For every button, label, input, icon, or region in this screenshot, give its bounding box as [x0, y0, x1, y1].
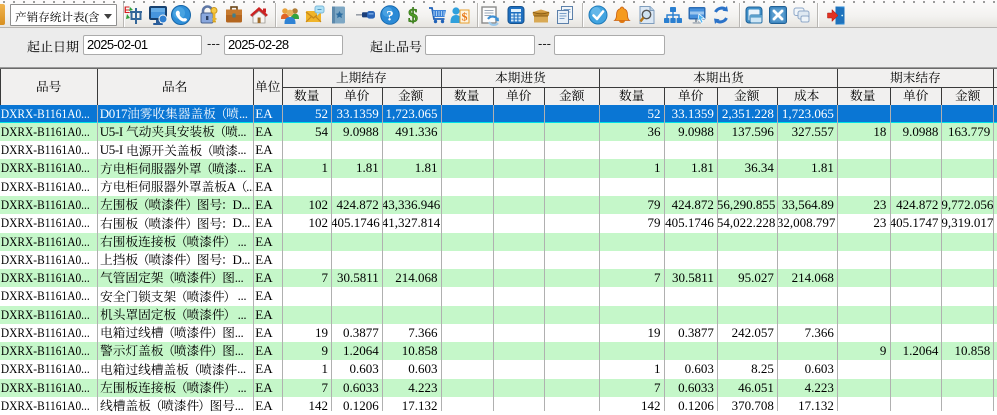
svg-text:E: E [124, 5, 130, 15]
svg-text:$: $ [408, 5, 418, 27]
svg-text:$: $ [462, 10, 468, 24]
svg-text:?: ? [387, 9, 395, 25]
